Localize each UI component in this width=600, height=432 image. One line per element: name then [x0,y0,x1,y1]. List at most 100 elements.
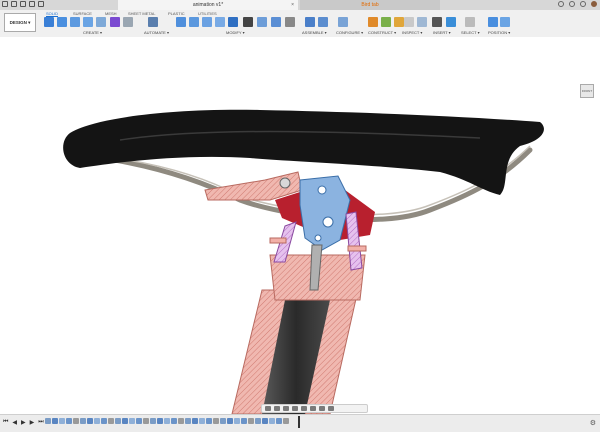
feature-icon[interactable] [220,418,226,424]
group-configure[interactable]: CONFIGURE ▾ [336,30,363,35]
tab-other[interactable]: Bird tab [300,0,440,10]
group-insert[interactable]: INSERT ▾ [433,30,451,35]
interference-icon[interactable] [417,17,427,27]
timeline-forward-button[interactable]: ▶ [30,419,35,426]
feature-icon[interactable] [80,418,86,424]
notification-icon[interactable] [569,1,575,7]
feature-icon[interactable] [234,418,240,424]
align-icon[interactable] [257,17,267,27]
move-icon[interactable] [243,17,253,27]
workspace-dropdown[interactable]: DESIGN ▾ [4,13,36,32]
display-settings-icon[interactable] [310,406,316,411]
feature-icon[interactable] [213,418,219,424]
select-icon[interactable] [465,17,475,27]
group-construct[interactable]: CONSTRUCT ▾ [368,30,396,35]
parameters-icon[interactable] [285,17,295,27]
feature-icon[interactable] [192,418,198,424]
offset-plane-icon[interactable] [368,17,378,27]
feature-icon[interactable] [45,418,51,424]
close-icon[interactable]: × [291,0,294,10]
axis-icon[interactable] [381,17,391,27]
group-select[interactable]: SELECT ▾ [461,30,480,35]
automate-icon[interactable] [148,17,158,27]
feature-icon[interactable] [185,418,191,424]
combine-icon[interactable] [228,17,238,27]
feature-icon[interactable] [269,418,275,424]
chamfer-icon[interactable] [202,17,212,27]
timeline-end-button[interactable]: ⏭ [38,419,43,426]
feature-icon[interactable] [94,418,100,424]
tab-document[interactable]: animation v1* × [118,0,298,10]
viewcube[interactable]: FRONT [580,84,594,98]
joint-icon[interactable] [305,17,315,27]
feature-icon[interactable] [248,418,254,424]
feature-icon[interactable] [276,418,282,424]
configure-icon[interactable] [338,17,348,27]
gear-icon[interactable]: ⚙ [590,419,596,427]
point-icon[interactable] [394,17,404,27]
canvas-viewport[interactable]: FRONT [0,37,600,415]
hole-icon[interactable] [83,17,93,27]
feature-icon[interactable] [206,418,212,424]
measure-icon[interactable] [404,17,414,27]
redo-icon[interactable] [38,1,44,7]
group-assemble[interactable]: ASSEMBLE ▾ [302,30,327,35]
revert-position-icon[interactable] [500,17,510,27]
tab-plastic[interactable]: PLASTIC [168,11,185,16]
group-modify[interactable]: MODIFY ▾ [226,30,245,35]
feature-icon[interactable] [66,418,72,424]
feature-icon[interactable] [178,418,184,424]
group-inspect[interactable]: INSPECT ▾ [402,30,422,35]
feature-icon[interactable] [59,418,65,424]
capture-position-icon[interactable] [488,17,498,27]
timeline-play-button[interactable]: ▶ [21,419,26,426]
timeline-marker[interactable] [298,416,300,428]
feature-icon[interactable] [129,418,135,424]
group-position[interactable]: POSITION ▾ [488,30,510,35]
group-create[interactable]: CREATE ▾ [83,30,102,35]
file-icon[interactable] [11,1,17,7]
group-automate[interactable]: AUTOMATE ▾ [144,30,169,35]
new-sketch-icon[interactable] [44,17,54,27]
feature-icon[interactable] [164,418,170,424]
revolve-icon[interactable] [70,17,80,27]
fillet-icon[interactable] [189,17,199,27]
tab-sheet-metal[interactable]: SHEET METAL [128,11,155,16]
fit-icon[interactable] [301,406,307,411]
undo-icon[interactable] [29,1,35,7]
feature-icon[interactable] [262,418,268,424]
insert-image-icon[interactable] [446,17,456,27]
feature-icon[interactable] [241,418,247,424]
grid-icon[interactable] [2,1,8,7]
feature-icon[interactable] [171,418,177,424]
look-at-icon[interactable] [274,406,280,411]
feature-icon[interactable] [199,418,205,424]
feature-icon[interactable] [52,418,58,424]
orbit-icon[interactable] [265,406,271,411]
feature-icon[interactable] [227,418,233,424]
feature-icon[interactable] [150,418,156,424]
tab-mesh[interactable]: MESH [105,11,117,16]
help-icon[interactable] [580,1,586,7]
feature-icon[interactable] [108,418,114,424]
pattern-icon[interactable] [96,17,106,27]
feature-icon[interactable] [87,418,93,424]
tab-surface[interactable]: SURFACE [73,11,92,16]
feature-icon[interactable] [115,418,121,424]
extrude-icon[interactable] [57,17,67,27]
loft-icon[interactable] [123,17,133,27]
avatar[interactable] [591,1,597,7]
feature-icon[interactable] [73,418,79,424]
feature-icon[interactable] [255,418,261,424]
zoom-icon[interactable] [292,406,298,411]
grid-settings-icon[interactable] [319,406,325,411]
delete-icon[interactable] [271,17,281,27]
as-built-joint-icon[interactable] [318,17,328,27]
pan-icon[interactable] [283,406,289,411]
shell-icon[interactable] [215,17,225,27]
insert-derive-icon[interactable] [432,17,442,27]
feature-icon[interactable] [157,418,163,424]
feature-icon[interactable] [143,418,149,424]
save-icon[interactable] [20,1,26,7]
timeline-back-button[interactable]: ◀ [12,419,17,426]
